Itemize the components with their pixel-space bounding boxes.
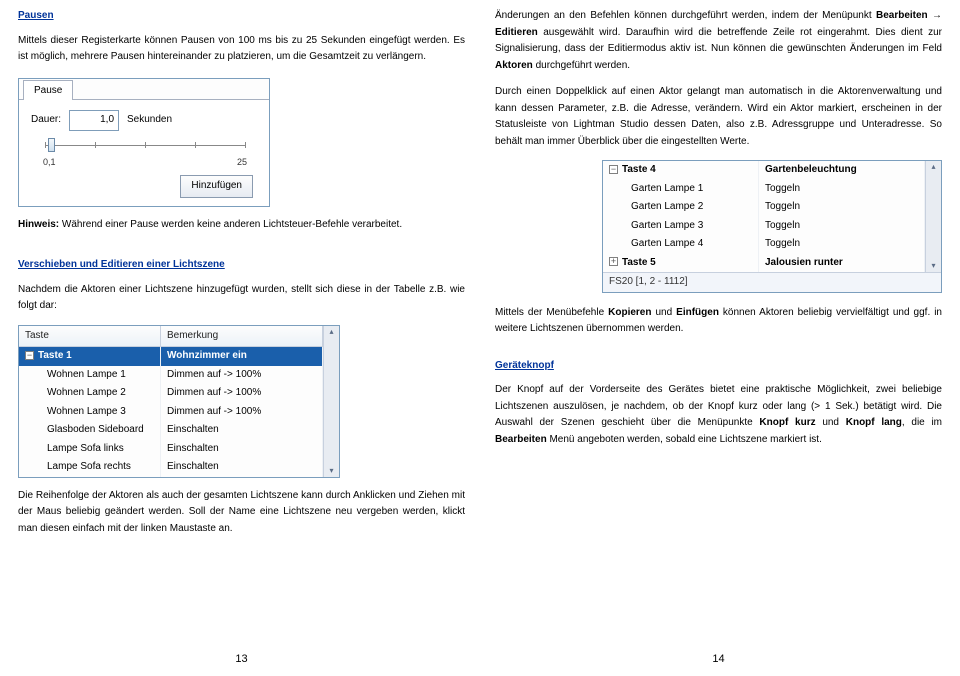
col-bemerkung[interactable]: Bemerkung [161,326,323,347]
table-row[interactable]: Garten Lampe 1Toggeln [603,180,925,199]
slider-min: 0,1 [43,155,56,170]
label-dauer-unit: Sekunden [127,112,172,129]
page-number-right: 14 [495,650,942,668]
scrollbar[interactable]: ▴ ▾ [323,326,339,477]
label-dauer: Dauer: [31,112,61,129]
page-number-left: 13 [18,650,465,668]
screenshot-aktoren-table: −Taste 4 Gartenbeleuchtung Garten Lampe … [602,160,942,293]
heading-verschieben: Verschieben und Editieren einer Lichtsze… [18,257,465,274]
collapse-icon[interactable]: − [609,165,618,174]
scrollbar[interactable]: ▴ ▾ [925,161,941,272]
slider-max: 25 [237,155,247,170]
scroll-up-icon[interactable]: ▴ [931,161,935,173]
text-reihenfolge: Die Reihenfolge der Aktoren als auch der… [18,488,465,538]
screenshot-pause-panel: Pause Dauer: 1,0 Sekunden 0,1 [18,78,270,207]
table-row[interactable]: Lampe Sofa rechtsEinschalten [19,458,323,477]
text-hinweis: Hinweis: Während einer Pause werden kein… [18,217,465,234]
status-bar: FS20 [1, 2 - 1112] [603,272,941,292]
table-row[interactable]: Wohnen Lampe 2Dimmen auf -> 100% [19,384,323,403]
heading-pausen: Pausen [18,8,465,25]
table-row[interactable]: −Taste 1 Wohnzimmer ein [19,347,323,366]
table-row[interactable]: Garten Lampe 2Toggeln [603,198,925,217]
button-hinzufuegen[interactable]: Hinzufügen [180,175,253,198]
slider-dauer[interactable] [45,137,245,153]
text-kopieren: Mittels der Menübefehle Kopieren und Ein… [495,305,942,338]
text-doppelklick: Durch einen Doppelklick auf einen Aktor … [495,84,942,150]
table-row[interactable]: Garten Lampe 3Toggeln [603,217,925,236]
text-pausen-intro: Mittels dieser Registerkarte können Paus… [18,33,465,66]
text-geraeteknopf: Der Knopf auf der Vorderseite des Geräte… [495,382,942,448]
table-row[interactable]: −Taste 4 Gartenbeleuchtung [603,161,925,180]
collapse-icon[interactable]: − [25,351,34,360]
label-hinweis: Hinweis: [18,219,59,230]
scroll-up-icon[interactable]: ▴ [329,326,333,338]
input-dauer[interactable]: 1,0 [69,110,119,131]
table-row[interactable]: Garten Lampe 4Toggeln [603,235,925,254]
text-verschieben-intro: Nachdem die Aktoren einer Lichtszene hin… [18,282,465,315]
table-row[interactable]: Lampe Sofa linksEinschalten [19,440,323,459]
scroll-down-icon[interactable]: ▾ [931,260,935,272]
tab-pause[interactable]: Pause [23,80,73,101]
table-row[interactable]: Wohnen Lampe 3Dimmen auf -> 100% [19,403,323,422]
expand-icon[interactable]: + [609,257,618,266]
col-taste[interactable]: Taste [19,326,161,347]
heading-geraeteknopf: Geräteknopf [495,358,942,375]
text-editieren: Änderungen an den Befehlen können durchg… [495,8,942,74]
table-row[interactable]: Wohnen Lampe 1Dimmen auf -> 100% [19,366,323,385]
screenshot-lichtszene-table: Taste Bemerkung −Taste 1 Wohnzimmer ein … [18,325,340,478]
table-row[interactable]: +Taste 5 Jalousien runter [603,254,925,273]
table-row[interactable]: Glasboden SideboardEinschalten [19,421,323,440]
scroll-down-icon[interactable]: ▾ [329,465,333,477]
